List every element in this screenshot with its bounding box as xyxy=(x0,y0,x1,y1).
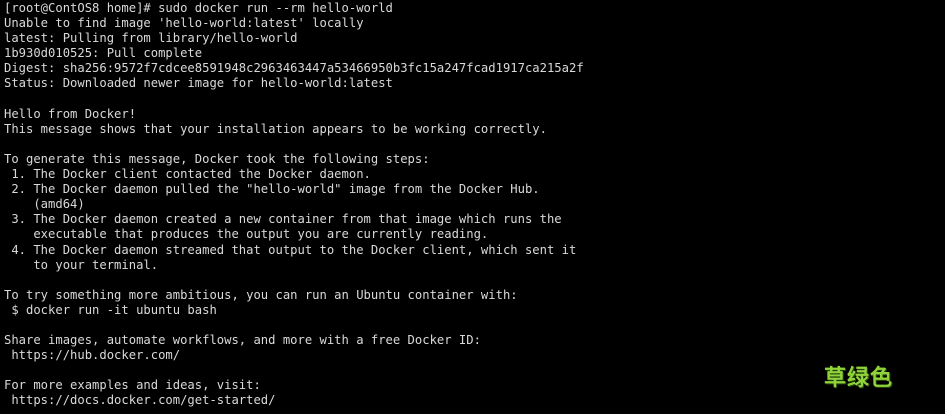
output-line: 4. The Docker daemon streamed that outpu… xyxy=(4,242,577,257)
url-line: https://docs.docker.com/get-started/ xyxy=(4,393,276,408)
output-line: Unable to find image 'hello-world:latest… xyxy=(4,16,364,31)
output-line: For more examples and ideas, visit: xyxy=(4,378,261,393)
output-line: Share images, automate workflows, and mo… xyxy=(4,333,481,348)
watermark-logo: 草绿色 xyxy=(824,366,894,391)
output-line: 2. The Docker daemon pulled the "hello-w… xyxy=(4,182,540,197)
output-line: Hello from Docker! xyxy=(4,106,137,121)
url-line: https://hub.docker.com/ xyxy=(4,348,181,363)
output-line: latest: Pulling from library/hello-world xyxy=(4,31,298,46)
output-line: 3. The Docker daemon created a new conta… xyxy=(4,212,562,227)
terminal-window[interactable]: [root@ContOS8 home]# sudo docker run --r… xyxy=(0,0,945,414)
output-line: (amd64) xyxy=(4,197,85,212)
output-line: executable that produces the output you … xyxy=(4,227,489,242)
output-line: $ docker run -it ubuntu bash xyxy=(4,302,217,317)
output-line: Digest: sha256:9572f7cdcee8591948c296346… xyxy=(4,61,584,76)
output-line: to your terminal. xyxy=(4,257,159,272)
output-line: 1. The Docker client contacted the Docke… xyxy=(4,167,371,182)
output-line: 1b930d010525: Pull complete xyxy=(4,46,203,61)
output-line: To generate this message, Docker took th… xyxy=(4,151,430,166)
output-line: To try something more ambitious, you can… xyxy=(4,287,518,302)
output-line: Status: Downloaded newer image for hello… xyxy=(4,76,393,91)
prompt-command-line: [root@ContOS8 home]# sudo docker run --r… xyxy=(4,1,393,15)
output-line: This message shows that your installatio… xyxy=(4,121,547,136)
